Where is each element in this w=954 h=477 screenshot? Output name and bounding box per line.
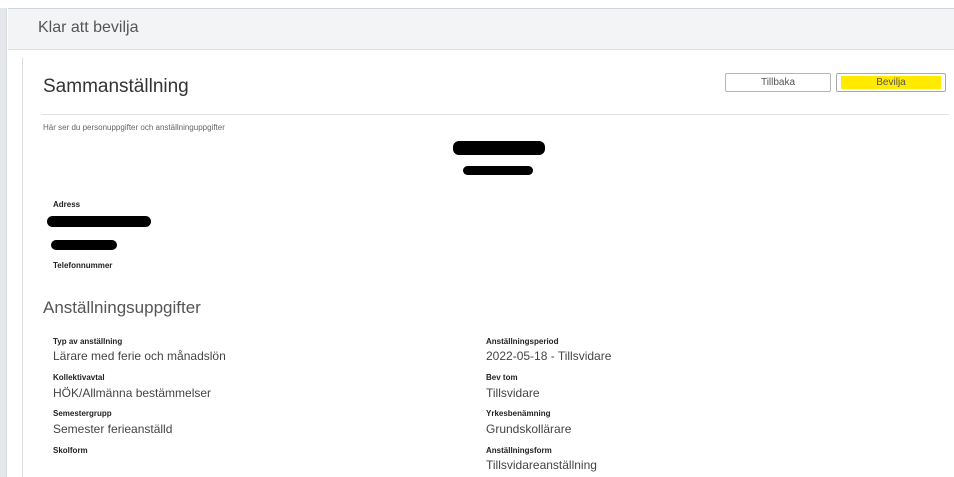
summary-subtitle: Här ser du personuppgifter och anställni…	[43, 123, 225, 132]
employment-period-label: Anställningsperiod	[486, 337, 559, 346]
employment-period-value: 2022-05-18 - Tillsvidare	[486, 349, 612, 363]
page-title: Klar att bevilja	[38, 19, 139, 36]
back-button-label: Tillbaka	[760, 77, 796, 88]
vacation-group-value: Semester ferieanställd	[53, 422, 173, 436]
collective-agreement-value: HÖK/Allmänna bestämmelser	[53, 386, 212, 400]
left-rail	[0, 8, 7, 477]
employment-type-label: Typ av anställning	[53, 337, 123, 346]
job-title-value: Grundskollärare	[486, 422, 572, 436]
redacted-address-line-2	[51, 240, 117, 250]
divider	[41, 114, 949, 115]
job-title-label: Yrkesbenämning	[486, 409, 551, 418]
approve-button-label: Bevilja	[876, 77, 906, 88]
employment-type-value: Lärare med ferie och månadslön	[53, 349, 226, 363]
redacted-address-line-1	[47, 216, 151, 227]
app-window: Klar att bevilja Sammanställning Tillbak…	[0, 0, 954, 477]
back-button[interactable]: Tillbaka	[725, 73, 831, 92]
employment-form-label: Anställningsform	[486, 446, 552, 455]
valid-until-value: Tillsvidare	[486, 386, 540, 400]
employment-form-value: Tillsvidareanställning	[486, 458, 597, 472]
redacted-id	[463, 166, 533, 175]
address-label: Adress	[53, 200, 81, 209]
redacted-name	[453, 141, 545, 155]
phone-label: Telefonnummer	[53, 261, 113, 270]
school-form-label: Skolform	[53, 446, 88, 455]
vacation-group-label: Semestergrupp	[53, 409, 112, 418]
summary-panel: Sammanställning Tillbaka Bevilja Här ser…	[22, 58, 954, 477]
valid-until-label: Bev tom	[486, 373, 518, 382]
summary-title: Sammanställning	[43, 76, 189, 97]
collective-agreement-label: Kollektivavtal	[53, 373, 105, 382]
approve-button[interactable]: Bevilja	[836, 73, 946, 92]
employment-title: Anställningsuppgifter	[43, 298, 201, 317]
header-bar: Klar att bevilja	[8, 8, 954, 50]
